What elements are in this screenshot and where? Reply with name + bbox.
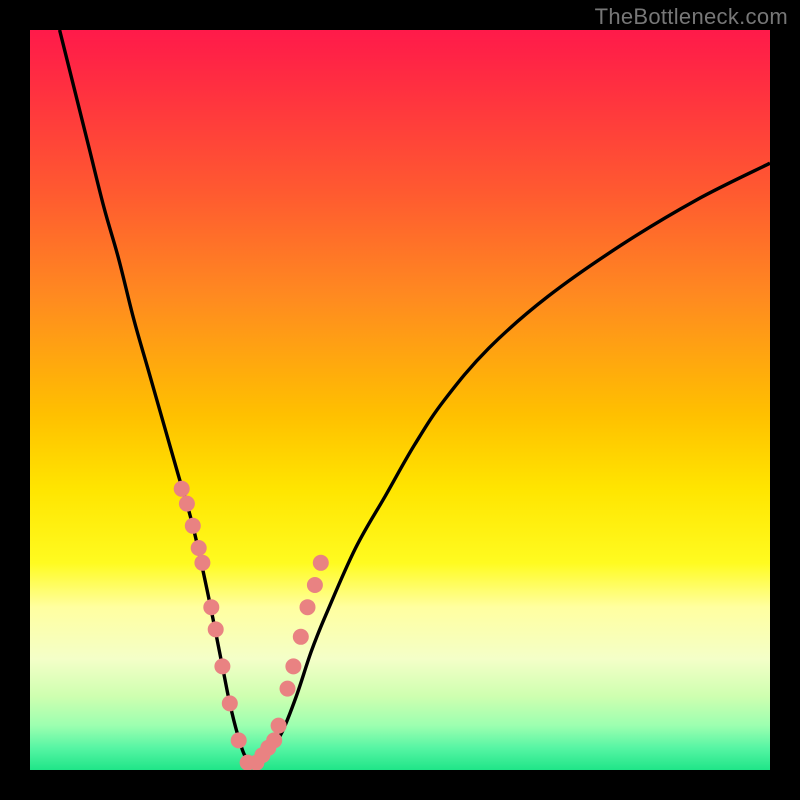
marker-dot [208, 621, 224, 637]
marker-dot [300, 599, 316, 615]
marker-dot [307, 577, 323, 593]
marker-dot [222, 695, 238, 711]
marker-dot [174, 481, 190, 497]
highlight-dots [174, 481, 329, 770]
marker-dot [266, 732, 282, 748]
watermark-text: TheBottleneck.com [595, 4, 788, 30]
marker-dot [313, 555, 329, 571]
marker-dot [293, 629, 309, 645]
marker-dot [194, 555, 210, 571]
marker-dot [191, 540, 207, 556]
marker-dot [285, 658, 301, 674]
marker-dot [185, 518, 201, 534]
plot-area [30, 30, 770, 770]
bottleneck-curve [60, 30, 770, 764]
marker-dot [231, 732, 247, 748]
marker-dot [271, 718, 287, 734]
marker-dot [203, 599, 219, 615]
marker-dot [280, 681, 296, 697]
chart-frame: TheBottleneck.com [0, 0, 800, 800]
chart-svg [30, 30, 770, 770]
marker-dot [179, 496, 195, 512]
marker-dot [214, 658, 230, 674]
